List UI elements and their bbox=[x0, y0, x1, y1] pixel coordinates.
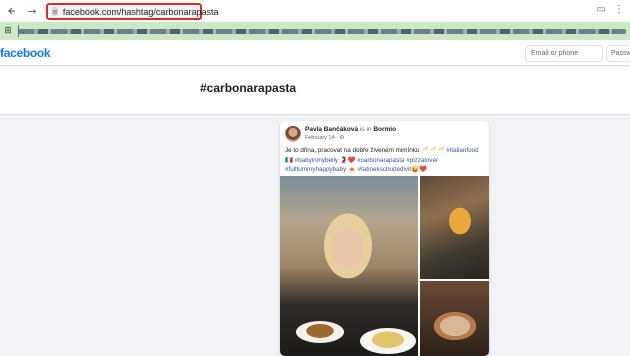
bookmarks-bar: ⊞ bbox=[0, 22, 630, 40]
post-card: Pavla Bančáková is in Bormio February 14… bbox=[280, 121, 489, 356]
is-in-label: is in bbox=[359, 126, 372, 133]
hashtag-header: #carbonarapasta bbox=[0, 66, 630, 115]
cast-icon[interactable]: ▭ bbox=[597, 4, 606, 15]
extensions-icon[interactable]: ⋮ bbox=[614, 4, 624, 15]
post-photo-secondary[interactable] bbox=[420, 176, 489, 279]
facebook-logo[interactable]: facebook bbox=[0, 46, 51, 60]
page-title: #carbonarapasta bbox=[200, 81, 297, 95]
post-text-segment: 🤰❤️ bbox=[338, 156, 358, 164]
pasta-bowl bbox=[296, 321, 344, 343]
hashtag-link[interactable]: #tatinekscbudedivit bbox=[358, 166, 412, 173]
email-field[interactable]: Email or phone bbox=[525, 45, 603, 62]
post-author-line: Pavla Bančáková is in Bormio bbox=[305, 126, 396, 133]
url-text: facebook.com/hashtag/carbonarapasta bbox=[62, 6, 219, 17]
post-text-segment: 🍝 bbox=[346, 166, 358, 173]
post-text: Je to dřina, pracovat na dobře živeném m… bbox=[285, 146, 485, 175]
hashtag-link[interactable]: #carbonarapasta bbox=[357, 157, 404, 164]
password-field[interactable]: Passw bbox=[606, 45, 630, 62]
address-bar[interactable]: ≡ facebook.com/hashtag/carbonarapasta bbox=[46, 3, 218, 20]
location-link[interactable]: Bormio bbox=[373, 126, 396, 133]
post-photo-tertiary[interactable] bbox=[420, 281, 489, 356]
hashtag-link[interactable]: #fulltummyhappybaby bbox=[285, 166, 346, 173]
avatar[interactable] bbox=[285, 126, 301, 142]
tune-icon[interactable]: ≡ bbox=[52, 7, 58, 16]
hashtag-link[interactable]: #babyinmybelly bbox=[295, 157, 338, 164]
pasta-bowl bbox=[360, 328, 416, 354]
post-text-segment: 🇮🇹 bbox=[285, 156, 295, 164]
facebook-header: facebook Email or phone Passw bbox=[0, 40, 630, 66]
author-name[interactable]: Pavla Bančáková bbox=[305, 126, 358, 133]
back-arrow-icon[interactable] bbox=[4, 3, 20, 19]
browser-right-tools: ▭ ⋮ bbox=[597, 4, 624, 15]
apps-grid-icon[interactable]: ⊞ bbox=[2, 25, 14, 37]
post-date[interactable]: February 14 · ⚙ bbox=[305, 135, 344, 141]
hashtag-link[interactable]: #italianfood bbox=[446, 147, 478, 154]
hashtag-link[interactable]: #pizzalover bbox=[406, 157, 438, 164]
forward-arrow-icon[interactable]: → bbox=[24, 3, 40, 19]
post-photo-main[interactable] bbox=[280, 176, 418, 356]
post-text-segment: 😜❤️ bbox=[411, 166, 427, 173]
browser-toolbar: → ↻ ≡ facebook.com/hashtag/carbonarapast… bbox=[0, 0, 630, 22]
post-text-segment: Je to dřina, pracovat na dobře živeném m… bbox=[285, 147, 447, 154]
bookmark-items[interactable] bbox=[18, 29, 626, 34]
